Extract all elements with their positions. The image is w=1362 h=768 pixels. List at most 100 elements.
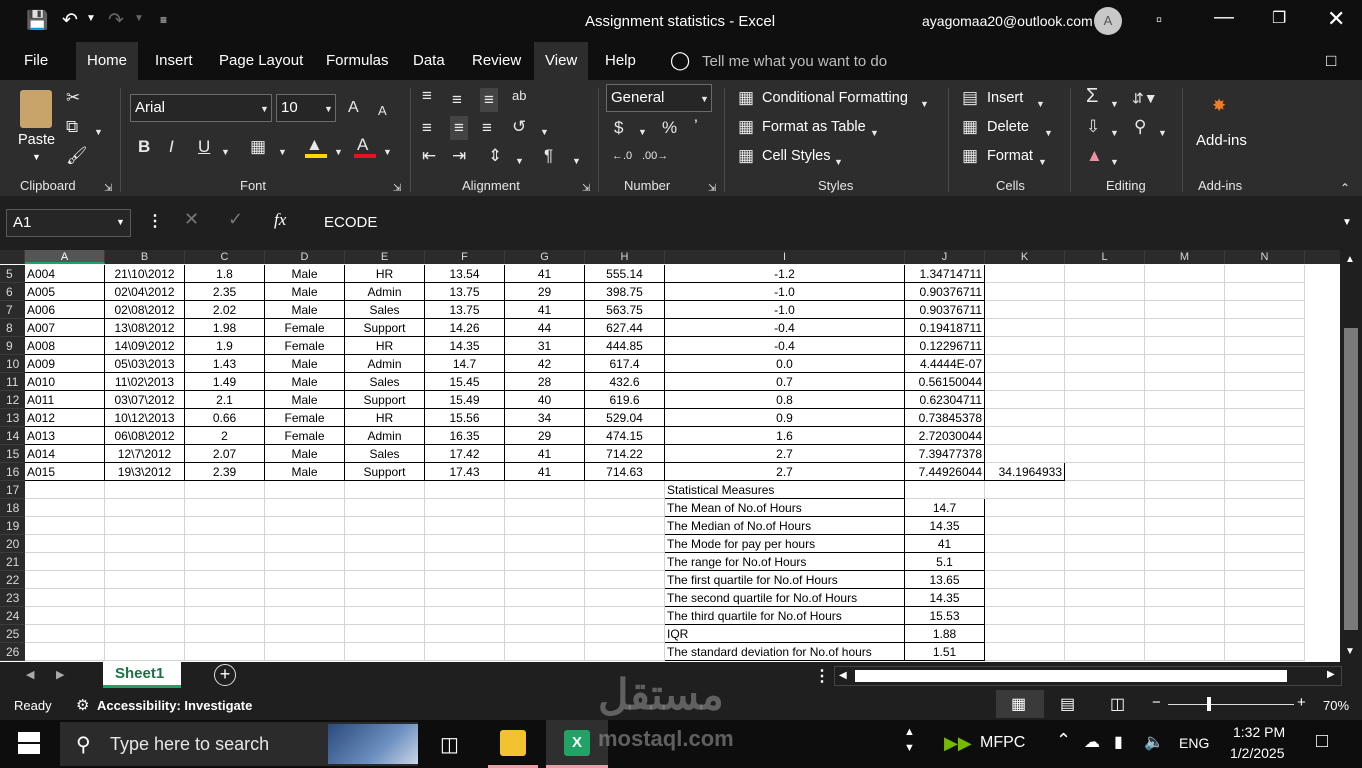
font-name-dropdown-icon[interactable]: ▼ (260, 99, 269, 119)
cell-c26[interactable] (185, 643, 265, 661)
stat-value[interactable]: 1.88 (905, 625, 985, 643)
cell-f25[interactable] (425, 625, 505, 643)
cell-j9[interactable]: 0.12296711 (905, 337, 985, 355)
cell-l23[interactable] (1065, 589, 1145, 607)
cell-b17[interactable] (105, 481, 185, 499)
cell-f21[interactable] (425, 553, 505, 571)
cell-d21[interactable] (265, 553, 345, 571)
cell-n22[interactable] (1225, 571, 1305, 589)
cell-h7[interactable]: 563.75 (585, 301, 665, 319)
cell-k8[interactable] (985, 319, 1065, 337)
cell-l10[interactable] (1065, 355, 1145, 373)
cell-f18[interactable] (425, 499, 505, 517)
cell-f26[interactable] (425, 643, 505, 661)
more-options-icon[interactable]: ⋮ (147, 211, 163, 231)
cell-m15[interactable] (1145, 445, 1225, 463)
cell-b20[interactable] (105, 535, 185, 553)
stat-label[interactable]: The standard deviation for No.of hours (665, 643, 905, 661)
cell-j10[interactable]: 4.4444E-07 (905, 355, 985, 373)
cell-d14[interactable]: Female (265, 427, 345, 445)
cell-h8[interactable]: 627.44 (585, 319, 665, 337)
cell-n7[interactable] (1225, 301, 1305, 319)
cell-c16[interactable]: 2.39 (185, 463, 265, 481)
cell-n19[interactable] (1225, 517, 1305, 535)
cell-c8[interactable]: 1.98 (185, 319, 265, 337)
cell-e19[interactable] (345, 517, 425, 535)
cell-b25[interactable] (105, 625, 185, 643)
cell-k17[interactable] (985, 481, 1065, 499)
cell-d20[interactable] (265, 535, 345, 553)
delete-button[interactable]: Delete (987, 119, 1029, 135)
cell-c22[interactable] (185, 571, 265, 589)
cell-c21[interactable] (185, 553, 265, 571)
cell-b24[interactable] (105, 607, 185, 625)
cell-e8[interactable]: Support (345, 319, 425, 337)
cell-m11[interactable] (1145, 373, 1225, 391)
cell-h14[interactable]: 474.15 (585, 427, 665, 445)
cell-d9[interactable]: Female (265, 337, 345, 355)
add-sheet-icon[interactable]: + (214, 664, 236, 686)
cell-l6[interactable] (1065, 283, 1145, 301)
stat-value[interactable]: 5.1 (905, 553, 985, 571)
cell-n21[interactable] (1225, 553, 1305, 571)
cell-i16[interactable]: 2.7 (665, 463, 905, 481)
cell-h21[interactable] (585, 553, 665, 571)
cell-h26[interactable] (585, 643, 665, 661)
row-header[interactable]: 11 (0, 373, 25, 391)
cell-h12[interactable]: 619.6 (585, 391, 665, 409)
zoom-level[interactable]: 70% (1323, 698, 1349, 713)
task-view-icon[interactable]: ◫ (440, 732, 459, 757)
borders-dropdown-icon[interactable]: ▼ (278, 142, 287, 162)
confirm-entry-icon[interactable]: ✓ (228, 209, 243, 230)
font-name-combo[interactable]: Arial (130, 94, 272, 122)
cell-j17[interactable] (905, 481, 985, 499)
cell-i9[interactable]: -0.4 (665, 337, 905, 355)
cell-g15[interactable]: 41 (505, 445, 585, 463)
cell-m22[interactable] (1145, 571, 1225, 589)
cell-l24[interactable] (1065, 607, 1145, 625)
cell-g21[interactable] (505, 553, 585, 571)
cell-b15[interactable]: 12\7\2012 (105, 445, 185, 463)
cell-f23[interactable] (425, 589, 505, 607)
cell-g20[interactable] (505, 535, 585, 553)
cell-h9[interactable]: 444.85 (585, 337, 665, 355)
cell-g7[interactable]: 41 (505, 301, 585, 319)
cell-m5[interactable] (1145, 265, 1225, 283)
sort-filter-icon[interactable]: ⇵▼ (1132, 88, 1158, 108)
cell-j13[interactable]: 0.73845378 (905, 409, 985, 427)
accessibility-status[interactable]: Accessibility: Investigate (97, 698, 252, 713)
accessibility-icon[interactable]: ⚙ (76, 696, 89, 714)
cell-e20[interactable] (345, 535, 425, 553)
column-header-g[interactable]: G (505, 250, 585, 264)
battery-icon[interactable]: ▮ (1114, 732, 1123, 752)
cell-b13[interactable]: 10\12\2013 (105, 409, 185, 427)
stat-label[interactable]: The third quartile for No.of Hours (665, 607, 905, 625)
cell-f10[interactable]: 14.7 (425, 355, 505, 373)
cell-l26[interactable] (1065, 643, 1145, 661)
row-header[interactable]: 21 (0, 553, 25, 571)
cell-b9[interactable]: 14\09\2012 (105, 337, 185, 355)
tab-view[interactable]: View (534, 42, 589, 80)
cell-h10[interactable]: 617.4 (585, 355, 665, 373)
cell-b6[interactable]: 02\04\2012 (105, 283, 185, 301)
cell-d15[interactable]: Male (265, 445, 345, 463)
row-header[interactable]: 8 (0, 319, 25, 337)
cell-n24[interactable] (1225, 607, 1305, 625)
align-top-icon[interactable]: ≡ (422, 86, 432, 106)
number-format-dropdown-icon[interactable]: ▼ (700, 89, 709, 109)
cell-f24[interactable] (425, 607, 505, 625)
horizontal-scrollbar[interactable]: ◀ (834, 666, 1342, 686)
cell-h23[interactable] (585, 589, 665, 607)
merge-icon[interactable]: ⇕ (488, 146, 502, 166)
column-header-f[interactable]: F (425, 250, 505, 264)
normal-view-button[interactable]: ▦ (996, 690, 1044, 718)
cell-e21[interactable] (345, 553, 425, 571)
column-header-n[interactable]: N (1225, 250, 1305, 264)
cell-l15[interactable] (1065, 445, 1145, 463)
cell-f11[interactable]: 15.45 (425, 373, 505, 391)
cancel-entry-icon[interactable]: ✕ (184, 209, 199, 230)
cell-h17[interactable] (585, 481, 665, 499)
align-bottom-icon[interactable]: ≡ (480, 88, 498, 112)
cell-g12[interactable]: 40 (505, 391, 585, 409)
row-header[interactable]: 10 (0, 355, 25, 373)
